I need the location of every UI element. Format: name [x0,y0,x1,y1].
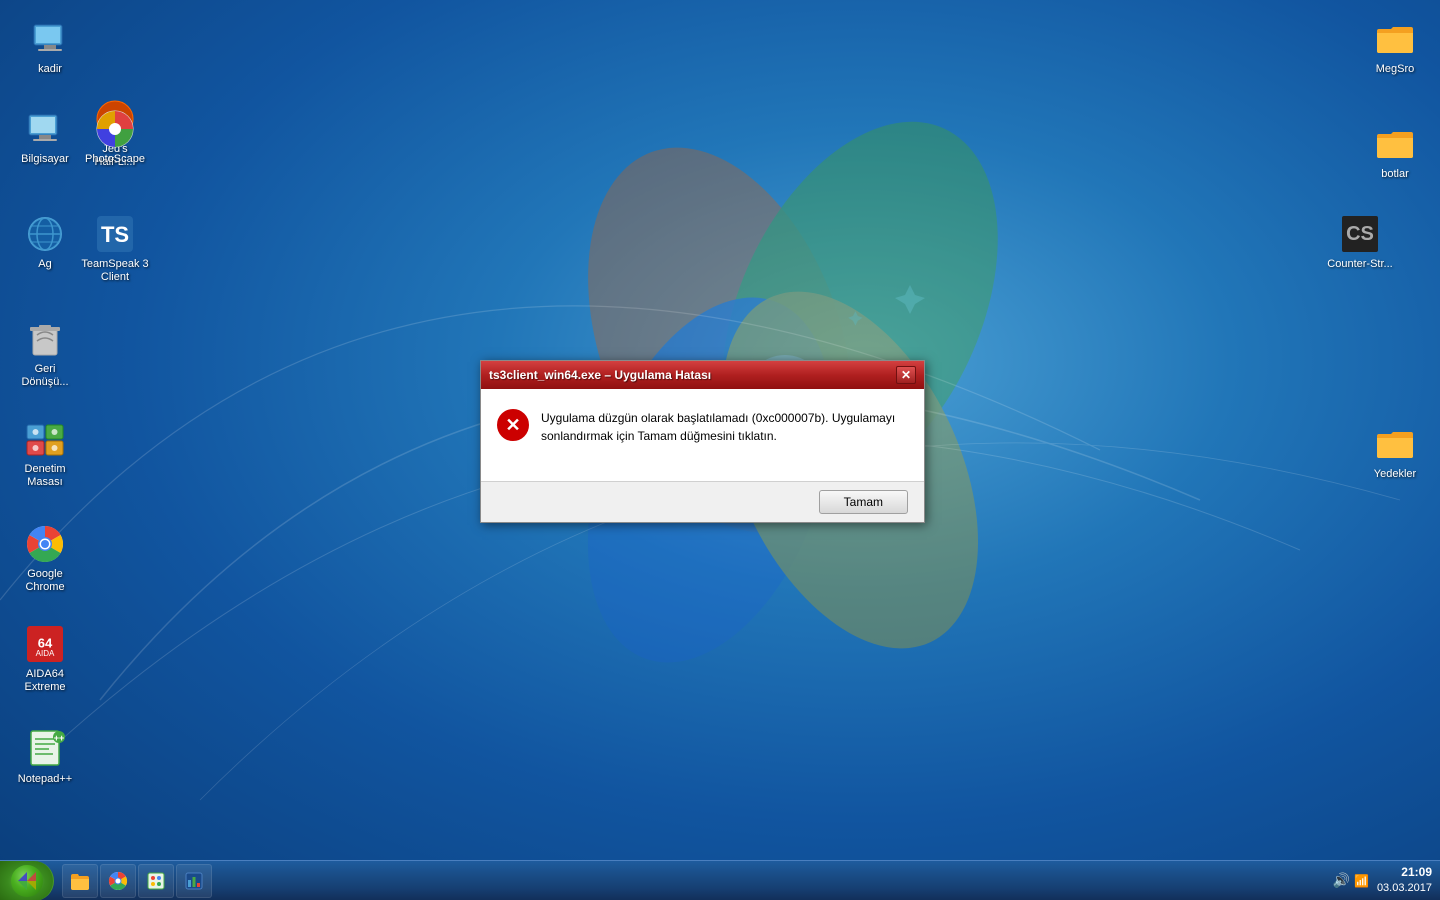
icon-counter-strike[interactable]: CS Counter-Str... [1320,210,1400,275]
teamspeak-icon: TS [95,214,135,254]
icon-recycle[interactable]: Geri Dönüşü... [5,315,85,393]
dialog-content: ✕ Uygulama düzgün olarak başlatılamadı (… [497,409,908,445]
megsro-icon [1375,19,1415,59]
control-panel-icon [25,419,65,459]
icon-megsro-label: MegSro [1376,63,1415,76]
counter-strike-icon: CS [1340,214,1380,254]
windows-orb-icon [11,865,43,897]
taskbar-file-explorer[interactable] [62,864,98,898]
icon-counter-strike-label: Counter-Str... [1327,258,1392,271]
dialog-titlebar[interactable]: ts3client_win64.exe – Uygulama Hatası ✕ [481,361,924,389]
icon-kadir-label: kadir [38,63,62,76]
icon-teamspeak-label: TeamSpeak 3 Client [81,258,148,284]
error-icon: ✕ [497,409,529,441]
icon-botlar[interactable]: botlar [1355,120,1435,185]
dialog-body: ✕ Uygulama düzgün olarak başlatılamadı (… [481,389,924,481]
taskbar-chrome-icon[interactable] [100,864,136,898]
time-display: 21:09 [1377,864,1432,881]
icon-ag-label: Ag [38,258,51,271]
photoscape-icon [95,109,135,149]
taskbar-task-manager-icon[interactable] [176,864,212,898]
icon-yedekler[interactable]: Yedekler [1355,420,1435,485]
icon-megsro[interactable]: MegSro [1355,15,1435,80]
dialog-close-button[interactable]: ✕ [896,366,916,384]
yedekler-icon [1375,424,1415,464]
taskbar-pinned-icons [58,864,216,898]
recycle-icon [25,319,65,359]
icon-photoscape-label: PhotoScape [85,153,145,166]
taskbar-clock[interactable]: 21:09 03.03.2017 [1377,864,1432,896]
desktop: kadir λ Jed's Half-Li... Bi [0,0,1440,900]
icon-recycle-label: Geri Dönüşü... [21,363,68,389]
icon-bilgisayar[interactable]: Bilgisayar [5,105,85,170]
icon-chrome[interactable]: Google Chrome [5,520,85,598]
chrome-icon [25,524,65,564]
taskbar-system-tray: 🔊 📶 21:09 03.03.2017 [1325,864,1440,896]
ok-button[interactable]: Tamam [819,490,908,514]
bilgisayar-icon [25,109,65,149]
icon-aida64[interactable]: 64 AIDA AIDA64 Extreme [5,620,85,698]
svg-text:CS: CS [1346,223,1374,245]
volume-icon[interactable]: 🔊 [1333,872,1350,889]
svg-text:TS: TS [101,222,129,247]
start-button[interactable] [0,861,54,900]
icon-notepadpp[interactable]: ++ Notepad++ [5,725,85,790]
ag-icon [25,214,65,254]
botlar-icon [1375,124,1415,164]
svg-text:AIDA: AIDA [36,649,55,658]
icon-botlar-label: botlar [1381,168,1409,181]
aida64-icon: 64 AIDA [25,624,65,664]
icon-ag[interactable]: Ag [5,210,85,275]
notepadpp-icon: ++ [25,729,65,769]
dialog-message: Uygulama düzgün olarak başlatılamadı (0x… [541,409,908,445]
dialog-title: ts3client_win64.exe – Uygulama Hatası [489,368,711,382]
icon-bilgisayar-label: Bilgisayar [21,153,69,166]
date-display: 03.03.2017 [1377,881,1432,896]
icon-aida64-label: AIDA64 Extreme [25,668,66,694]
icon-teamspeak[interactable]: TS TeamSpeak 3 Client [75,210,155,288]
error-dialog: ts3client_win64.exe – Uygulama Hatası ✕ … [480,360,925,523]
icon-yedekler-label: Yedekler [1374,468,1416,481]
icon-photoscape[interactable]: PhotoScape [75,105,155,170]
dialog-footer: Tamam [481,481,924,522]
svg-text:++: ++ [54,733,65,743]
icon-chrome-label: Google Chrome [25,568,64,594]
icon-notepadpp-label: Notepad++ [18,773,72,786]
network-icon[interactable]: 📶 [1354,874,1369,888]
notification-area: 🔊 📶 [1333,872,1369,889]
icon-kadir[interactable]: kadir [10,15,90,80]
taskbar-paint-icon[interactable] [138,864,174,898]
kadir-icon [30,19,70,59]
taskbar: 🔊 📶 21:09 03.03.2017 [0,860,1440,900]
icon-control-panel-label: Denetim Masası [25,463,66,489]
icon-control-panel[interactable]: Denetim Masası [5,415,85,493]
